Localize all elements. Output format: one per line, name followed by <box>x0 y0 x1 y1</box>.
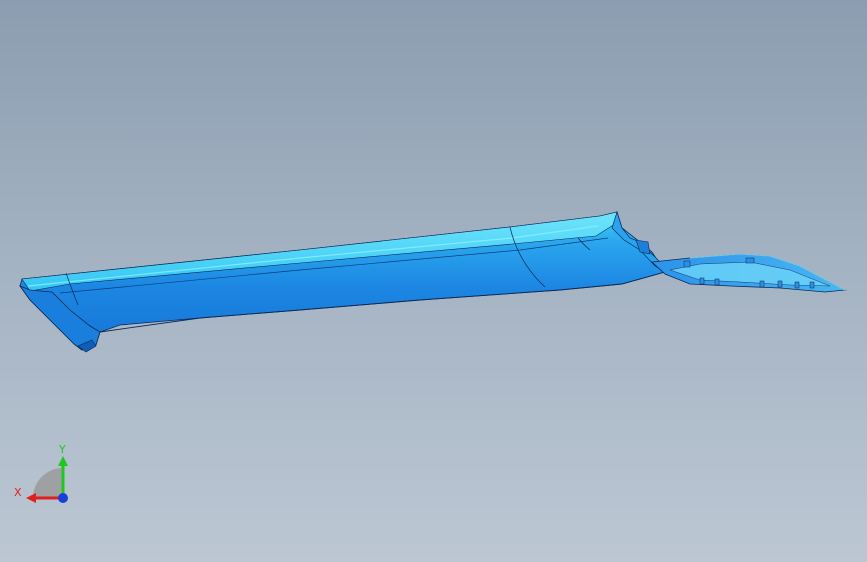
coordinate-triad: Y X <box>14 443 68 503</box>
triad-y-label: Y <box>58 443 66 456</box>
graphics-viewport[interactable]: Y X <box>0 0 867 562</box>
3d-model-part[interactable] <box>0 0 867 562</box>
triad-x-arrow <box>26 493 36 503</box>
triad-quadrant <box>33 468 63 498</box>
triad-z-axis <box>58 493 68 503</box>
triad-x-label: X <box>14 486 22 499</box>
triad-y-arrow <box>58 456 68 466</box>
